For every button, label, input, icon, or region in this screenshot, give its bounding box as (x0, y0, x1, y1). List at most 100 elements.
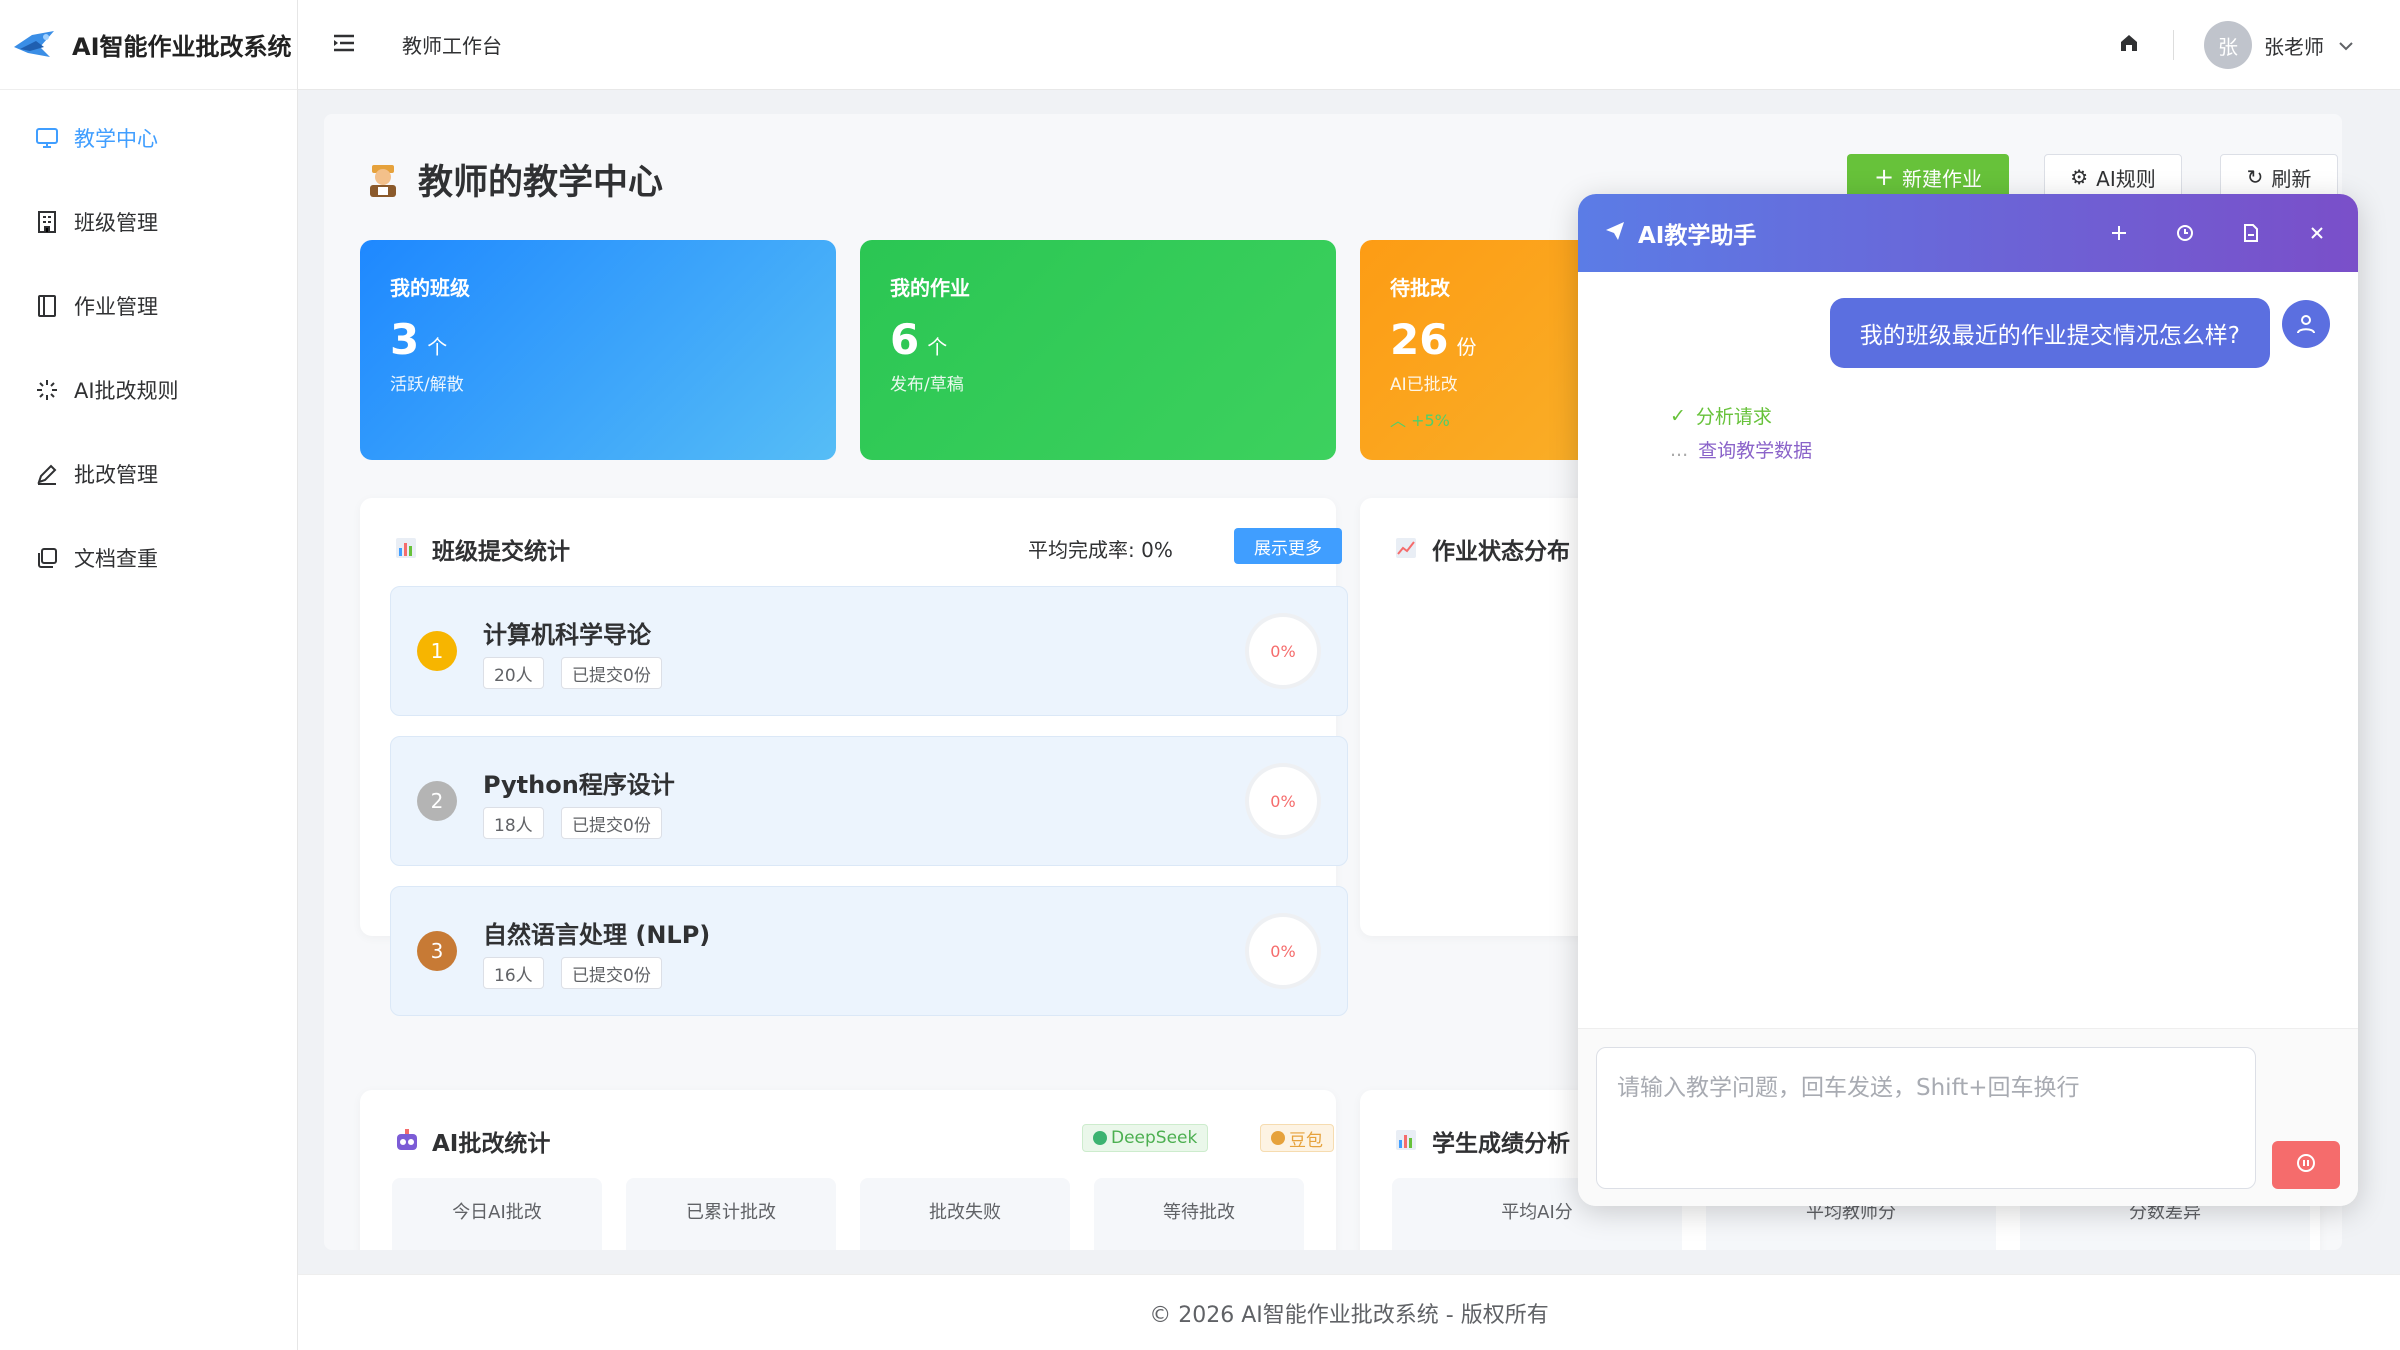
new-homework-label: 新建作业 (1902, 166, 1983, 191)
avg-completion: 平均完成率: 0% (1028, 538, 1173, 562)
ellipsis-icon: ... (1670, 438, 1689, 461)
user-avatar-icon (2282, 300, 2330, 348)
stat-card-value: 3个 (390, 315, 448, 364)
logo-icon (14, 30, 54, 57)
page-title: 教师的教学中心 (364, 154, 663, 205)
completion-ring: 0% (1249, 617, 1317, 685)
completion-ring: 0% (1249, 767, 1317, 835)
loading-icon (34, 377, 60, 403)
refresh-label: 刷新 (2271, 166, 2312, 191)
step-analyze: ✓ 分析请求 (1670, 404, 1772, 429)
menu-fold-icon[interactable] (332, 33, 356, 57)
monitor-icon (34, 125, 60, 151)
header-right: 张 张老师 (2119, 0, 2354, 90)
plus-icon[interactable] (2102, 216, 2136, 250)
stop-icon (2296, 1153, 2316, 1177)
show-more-button[interactable]: 展示更多 (1234, 528, 1342, 564)
sidebar-item-class-management[interactable]: 班级管理 (0, 180, 297, 264)
plus-icon: + (1873, 163, 1895, 191)
copyright-text: © 2026 AI智能作业批改系统 - 版权所有 (1149, 1302, 1549, 1328)
deepseek-badge: DeepSeek (1082, 1124, 1209, 1152)
sidebar-item-label: 教学中心 (74, 127, 158, 151)
breadcrumb[interactable]: 教师工作台 (402, 30, 502, 59)
ai-rules-label: AI规则 (2096, 166, 2156, 191)
orange-dot-icon (1271, 1131, 1285, 1145)
document-icon[interactable] (2234, 216, 2268, 250)
sidebar: AI智能作业批改系统 教学中心 班级管理 作业管理 AI批改规则 批改管理 文档… (0, 0, 298, 1350)
sidebar-item-teaching-center[interactable]: 教学中心 (0, 96, 297, 180)
paper-plane-icon (1604, 220, 1626, 246)
people-tag: 16人 (483, 957, 544, 989)
stat-card-homework[interactable]: 我的作业 6个 发布/草稿 (860, 240, 1336, 460)
stat-tile: 今日AI批改 (392, 1178, 602, 1250)
chat-input[interactable]: 请输入教学问题，回车发送，Shift+回车换行 (1596, 1047, 2256, 1189)
bar-chart-icon (394, 536, 420, 562)
footer: © 2026 AI智能作业批改系统 - 版权所有 (298, 1274, 2400, 1350)
sidebar-item-ai-rules[interactable]: AI批改规则 (0, 348, 297, 432)
class-name: 计算机科学导论 (483, 621, 651, 649)
class-name: 自然语言处理 (NLP) (483, 921, 711, 949)
stat-card-sub: 发布/草稿 (890, 375, 964, 395)
class-name: Python程序设计 (483, 771, 675, 799)
stat-tile: 批改失败 (860, 1178, 1070, 1250)
panel-title: 作业状态分布 (1394, 532, 1570, 566)
building-icon (34, 209, 60, 235)
chat-header-actions (2070, 216, 2334, 250)
submitted-tag: 已提交0份 (561, 957, 662, 989)
class-row[interactable]: 2 Python程序设计 18人 已提交0份 0% (390, 736, 1348, 866)
rank-badge: 1 (417, 631, 457, 671)
clock-icon[interactable] (2168, 216, 2202, 250)
submitted-tag: 已提交0份 (561, 807, 662, 839)
stat-card-title: 我的作业 (890, 276, 970, 300)
submitted-tag: 已提交0份 (561, 657, 662, 689)
sidebar-item-label: 文档查重 (74, 547, 158, 571)
panel-title: AI批改统计 (394, 1124, 550, 1158)
rank-badge: 2 (417, 781, 457, 821)
stat-card-title: 我的班级 (390, 276, 470, 300)
notebook-icon (34, 293, 60, 319)
panel-title: 班级提交统计 (394, 532, 570, 566)
top-header: 教师工作台 张 张老师 (298, 0, 2400, 90)
gear-icon: ⚙ (2070, 165, 2089, 189)
completion-ring: 0% (1249, 917, 1317, 985)
sidebar-item-homework-management[interactable]: 作业管理 (0, 264, 297, 348)
chevron-down-icon[interactable] (2338, 36, 2354, 55)
class-stats-panel: 班级提交统计 平均完成率: 0% 展示更多 1 计算机科学导论 20人 已提交0… (360, 498, 1348, 1016)
step-query: ... 查询教学数据 (1670, 438, 1813, 463)
sidebar-item-label: 批改管理 (74, 463, 158, 487)
sidebar-item-plagiarism-check[interactable]: 文档查重 (0, 516, 297, 600)
teacher-emoji-icon (364, 161, 402, 199)
sidebar-item-label: 班级管理 (74, 211, 158, 235)
sidebar-item-label: 作业管理 (74, 295, 158, 319)
username[interactable]: 张老师 (2264, 31, 2324, 60)
close-icon[interactable] (2300, 216, 2334, 250)
people-tag: 20人 (483, 657, 544, 689)
app-title: AI智能作业批改系统 (72, 33, 292, 61)
edit-pen-icon (34, 461, 60, 487)
stat-card-classes[interactable]: 我的班级 3个 活跃/解散 (360, 240, 836, 460)
home-icon[interactable] (2119, 33, 2139, 57)
avatar[interactable]: 张 (2204, 21, 2252, 69)
rank-badge: 3 (417, 931, 457, 971)
app-logo[interactable]: AI智能作业批改系统 (0, 0, 297, 90)
refresh-icon: ↻ (2246, 165, 2264, 189)
check-icon: ✓ (1670, 404, 1686, 427)
class-row[interactable]: 3 自然语言处理 (NLP) 16人 已提交0份 0% (390, 886, 1348, 1016)
stop-button[interactable] (2272, 1141, 2340, 1189)
panel-title: 学生成绩分析 (1394, 1124, 1570, 1158)
class-row[interactable]: 1 计算机科学导论 20人 已提交0份 0% (390, 586, 1348, 716)
people-tag: 18人 (483, 807, 544, 839)
ai-assistant-chat: AI教学助手 我的班级最近的作业提交情况怎么样? ✓ 分析请求 ... 查询教学数据… (1578, 194, 2358, 1206)
stat-tile: 等待批改 (1094, 1178, 1304, 1250)
bar-chart-icon (1394, 1128, 1420, 1154)
chat-header[interactable]: AI教学助手 (1578, 194, 2358, 272)
robot-icon (394, 1128, 420, 1154)
stat-card-value: 6个 (890, 315, 948, 364)
chat-input-area: 请输入教学问题，回车发送，Shift+回车换行 (1578, 1028, 2358, 1206)
sidebar-item-grading-management[interactable]: 批改管理 (0, 432, 297, 516)
sidebar-item-label: AI批改规则 (74, 379, 179, 403)
stat-card-sub: 活跃/解散 (390, 375, 464, 395)
user-message: 我的班级最近的作业提交情况怎么样? (1829, 298, 2270, 368)
copy-document-icon (34, 545, 60, 571)
stat-tile: 已累计批改 (626, 1178, 836, 1250)
